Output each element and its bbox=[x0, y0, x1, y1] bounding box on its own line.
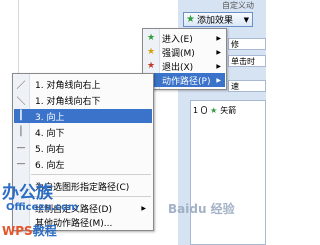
diagonal-up-right-icon: ／ bbox=[16, 80, 26, 91]
mouse-icon bbox=[201, 106, 208, 114]
chevron-right-icon: ▶ bbox=[216, 76, 221, 84]
menu-item-label: 1. 对角线向右下 bbox=[35, 96, 101, 107]
watermark-wps-suffix: 教程 bbox=[32, 224, 57, 238]
submenu-item-motion-path[interactable]: ☆ 动作路径(P) ▶ bbox=[144, 73, 225, 87]
watermark-site: Officezu.com bbox=[6, 202, 79, 213]
dropdown-arrow-icon: ▼ bbox=[243, 15, 249, 24]
submenu-item-entrance[interactable]: ★ 进入(E) ▶ bbox=[144, 31, 225, 45]
star-icon: ★ bbox=[210, 105, 218, 115]
emphasis-star-icon: ★ bbox=[146, 47, 156, 57]
star-icon: ★ bbox=[186, 14, 195, 25]
chevron-right-icon: ▶ bbox=[216, 34, 221, 42]
watermark-wps-prefix: WPS bbox=[2, 224, 33, 238]
pane-title: 自定义动 bbox=[222, 1, 254, 10]
menu-item-label: 3. 向上 bbox=[35, 112, 65, 123]
entrance-star-icon: ★ bbox=[146, 33, 156, 43]
submenu-item-label: 退出(X) bbox=[162, 62, 194, 73]
menu-separator bbox=[31, 174, 151, 175]
menu-item-up[interactable]: ┃ 3. 向上 bbox=[14, 109, 152, 123]
submenu-item-label: 进入(E) bbox=[162, 34, 193, 45]
start-field[interactable]: 单击时 bbox=[228, 55, 266, 67]
watermark-title: 办公族 bbox=[2, 183, 53, 203]
list-item-number: 1 bbox=[193, 105, 199, 115]
menu-item-diagonal-down-right[interactable]: ＼ 1. 对角线向右下 bbox=[14, 93, 152, 107]
chevron-right-icon: ▶ bbox=[216, 62, 221, 70]
modify-field[interactable]: 修 bbox=[228, 38, 266, 50]
chevron-right-icon: ▶ bbox=[141, 204, 146, 212]
path-right-icon: — bbox=[16, 143, 26, 153]
menu-item-left[interactable]: — 6. 向左 bbox=[14, 157, 152, 171]
animation-list[interactable]: 1 ★ 矢箭 bbox=[190, 100, 266, 245]
path-left-icon: — bbox=[16, 159, 26, 169]
menu-item-diagonal-up-right[interactable]: ／ 1. 对角线向右上 bbox=[14, 77, 152, 91]
animation-list-item[interactable]: 1 ★ 矢箭 bbox=[191, 104, 265, 116]
chevron-right-icon: ▶ bbox=[216, 48, 221, 56]
submenu-item-label: 动作路径(P) bbox=[162, 76, 211, 87]
menu-item-label: 5. 向右 bbox=[35, 144, 65, 155]
menu-item-label: 4. 向下 bbox=[35, 128, 65, 139]
submenu-item-emphasis[interactable]: ★ 强调(M) ▶ bbox=[144, 45, 225, 59]
baidu-watermark: Baidu 经验 bbox=[168, 202, 235, 216]
submenu-item-exit[interactable]: ★ 退出(X) ▶ bbox=[144, 59, 225, 73]
add-effect-button[interactable]: ★ 添加效果 ▼ bbox=[183, 12, 253, 27]
menu-item-label: 6. 向左 bbox=[35, 160, 65, 171]
add-effect-submenu: ★ 进入(E) ▶ ★ 强调(M) ▶ ★ 退出(X) ▶ ☆ 动作路径(P) … bbox=[142, 28, 227, 90]
path-up-icon: ┃ bbox=[18, 111, 24, 121]
menu-item-label: 1. 对角线向右上 bbox=[35, 80, 101, 91]
add-effect-label: 添加效果 bbox=[196, 16, 233, 26]
watermark-wps: WPS教程 bbox=[2, 222, 57, 239]
speed-field[interactable]: 速 bbox=[228, 80, 266, 92]
officezu-watermark: 办公族 Officezu.com WPS教程 bbox=[2, 178, 78, 244]
submenu-item-label: 强调(M) bbox=[162, 48, 195, 59]
exit-star-icon: ★ bbox=[146, 61, 156, 71]
diagonal-down-right-icon: ＼ bbox=[16, 96, 26, 107]
menu-item-right[interactable]: — 5. 向右 bbox=[14, 141, 152, 155]
menu-item-down[interactable]: │ 4. 向下 bbox=[14, 125, 152, 139]
list-item-label: 矢箭 bbox=[220, 105, 237, 115]
path-down-icon: │ bbox=[18, 127, 24, 137]
